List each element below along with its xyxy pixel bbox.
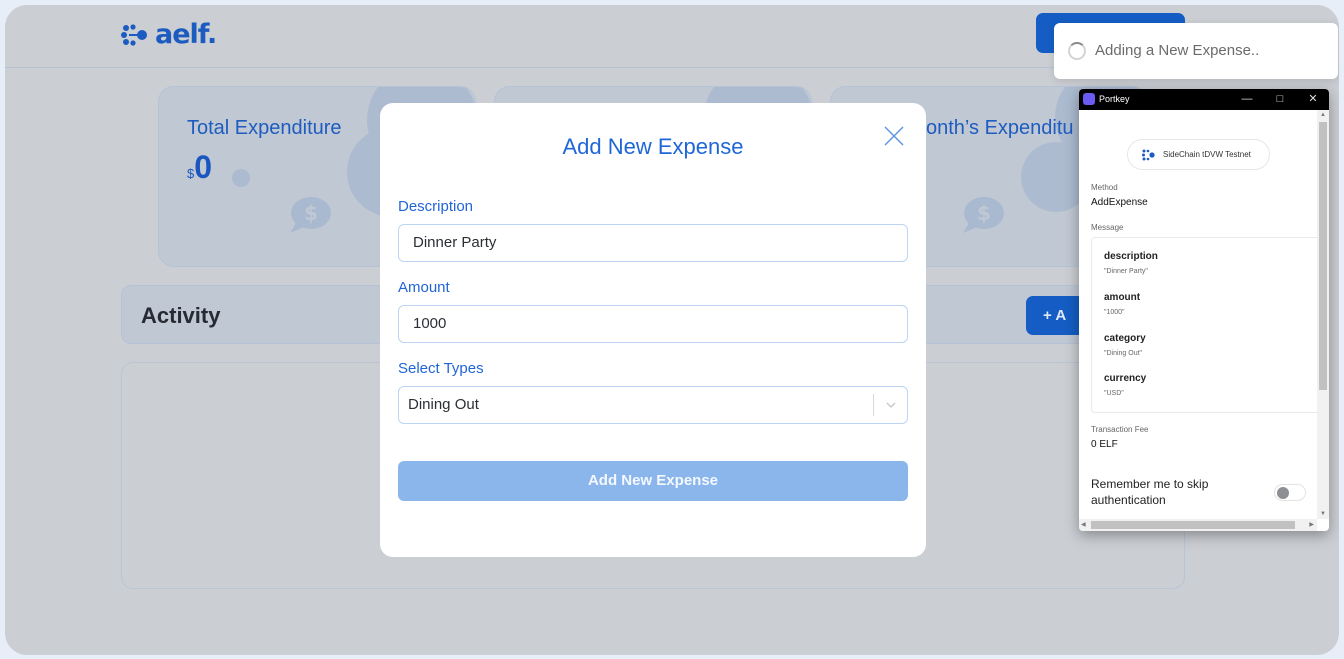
card-value: $0 xyxy=(187,149,212,186)
amount-input[interactable]: 1000 xyxy=(398,305,908,343)
remember-label: Remember me to skip authentication xyxy=(1091,477,1209,507)
horizontal-scroll-thumb[interactable] xyxy=(1091,521,1295,529)
close-icon[interactable] xyxy=(883,125,905,147)
portkey-body: SideChain tDVW Testnet Method AddExpense… xyxy=(1079,110,1317,519)
fee-label: Transaction Fee xyxy=(1091,425,1149,434)
fee-value: 0 ELF xyxy=(1091,439,1118,450)
description-label: Description xyxy=(398,198,474,215)
dollar-chat-icon: $ xyxy=(290,197,331,233)
message-box: description "Dinner Party" amount "1000"… xyxy=(1091,237,1317,413)
portkey-titlebar: Portkey — □ ✕ xyxy=(1079,89,1329,110)
message-value: "Dining Out" xyxy=(1104,350,1143,357)
message-value: "1000" xyxy=(1104,309,1125,316)
add-expense-modal: Add New Expense Description Dinner Party… xyxy=(380,103,926,557)
horizontal-scrollbar[interactable]: ◀ ▶ xyxy=(1079,519,1317,531)
activity-title: Activity xyxy=(141,303,221,328)
svg-text:$: $ xyxy=(304,201,318,225)
message-key: currency xyxy=(1104,373,1147,384)
maximize-icon[interactable]: □ xyxy=(1272,91,1288,107)
aelf-dots-icon xyxy=(121,23,147,46)
scroll-down-icon[interactable]: ▼ xyxy=(1320,511,1326,517)
portkey-window: Portkey — □ ✕ SideChain tDVW Testnet Met… xyxy=(1079,89,1329,531)
chain-badge: SideChain tDVW Testnet xyxy=(1127,139,1270,170)
amount-label: Amount xyxy=(398,279,450,296)
loading-toast: Adding a New Expense.. xyxy=(1054,23,1338,79)
close-icon[interactable]: ✕ xyxy=(1305,91,1321,107)
svg-text:$: $ xyxy=(977,201,991,225)
brand-name: aelf. xyxy=(155,19,217,50)
chain-name: SideChain tDVW Testnet xyxy=(1163,150,1251,159)
aelf-dots-icon xyxy=(1142,149,1155,161)
type-select[interactable]: Dining Out xyxy=(398,386,908,424)
method-label: Method xyxy=(1091,183,1118,192)
card-title: onth’s Expenditu xyxy=(926,117,1074,139)
message-label: Message xyxy=(1091,223,1124,232)
type-label: Select Types xyxy=(398,360,484,377)
vertical-scroll-thumb[interactable] xyxy=(1319,122,1327,390)
remember-toggle[interactable] xyxy=(1274,484,1306,501)
vertical-scrollbar[interactable]: ▲ ▼ xyxy=(1317,110,1329,519)
amount-value: 0 xyxy=(194,149,213,185)
card-title: Total Expenditure xyxy=(187,117,342,139)
message-key: amount xyxy=(1104,292,1141,303)
message-value: "USD" xyxy=(1104,390,1124,397)
minimize-icon[interactable]: — xyxy=(1239,91,1255,107)
message-value: "Dinner Party" xyxy=(1104,268,1148,275)
chevron-down-icon[interactable] xyxy=(885,399,897,411)
toggle-knob xyxy=(1277,487,1289,499)
scroll-left-icon[interactable]: ◀ xyxy=(1081,521,1086,528)
spinner-icon xyxy=(1068,42,1086,60)
aelf-logo[interactable]: aelf. xyxy=(121,19,217,50)
scroll-right-icon[interactable]: ▶ xyxy=(1309,521,1314,528)
dollar-chat-icon: $ xyxy=(963,197,1004,233)
add-new-expense-button[interactable]: Add New Expense xyxy=(398,461,908,501)
decorative-bubble xyxy=(232,169,250,187)
portkey-app-icon xyxy=(1083,93,1095,105)
type-select-value: Dining Out xyxy=(408,396,479,413)
scroll-up-icon[interactable]: ▲ xyxy=(1320,112,1326,118)
message-key: category xyxy=(1104,333,1146,344)
app-window: aelf. Total Expenditure $0 $ onth’s Expe… xyxy=(5,5,1339,655)
select-separator xyxy=(873,394,874,416)
modal-title: Add New Expense xyxy=(562,134,744,159)
message-key: description xyxy=(1104,251,1158,262)
toast-message: Adding a New Expense.. xyxy=(1095,42,1260,59)
description-input[interactable]: Dinner Party xyxy=(398,224,908,262)
method-value: AddExpense xyxy=(1091,197,1148,208)
portkey-window-title: Portkey xyxy=(1099,94,1130,104)
